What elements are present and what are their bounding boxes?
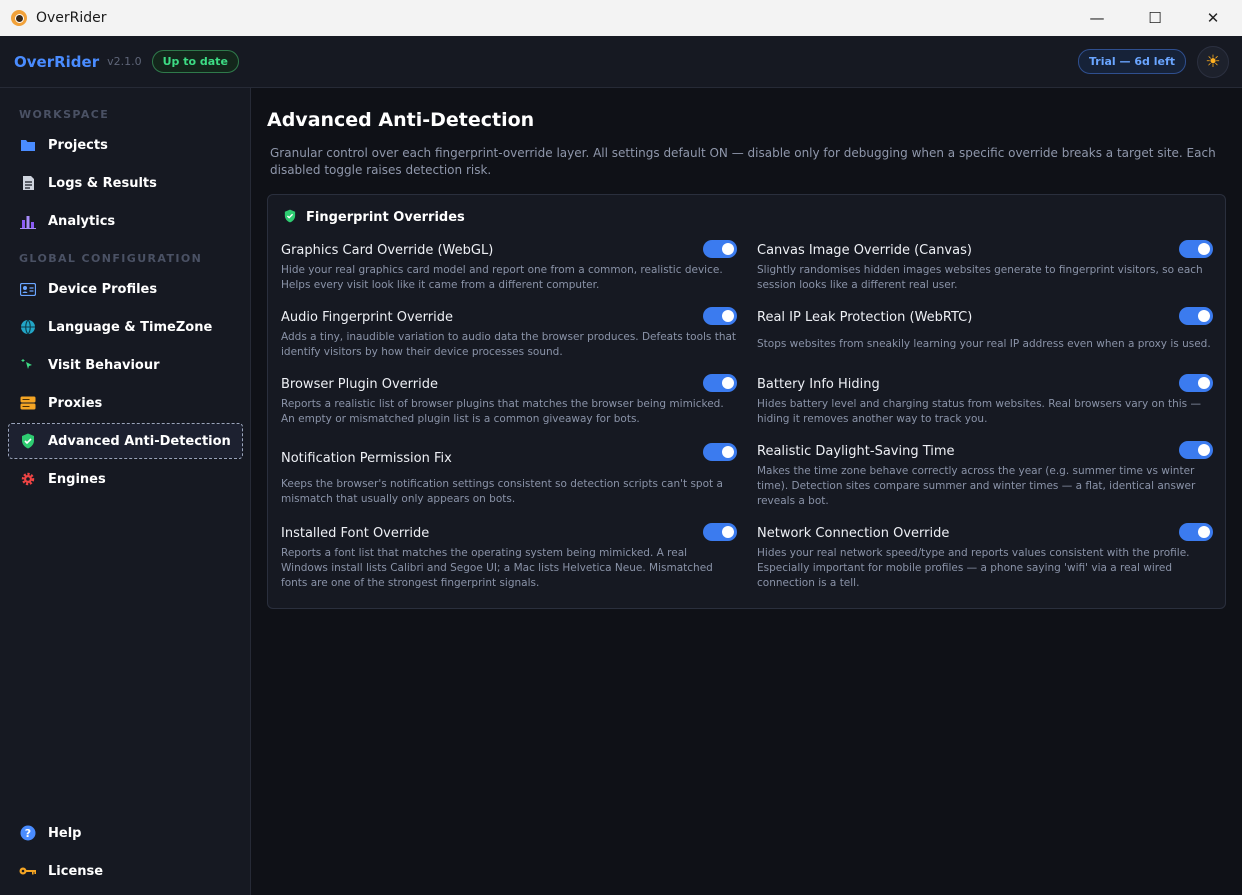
- battery-hiding-toggle[interactable]: [1179, 374, 1213, 392]
- webgl-override-toggle[interactable]: [703, 240, 737, 258]
- option-title: Network Connection Override: [757, 526, 950, 541]
- option-daylight-saving: Realistic Daylight-Saving Time Makes the…: [757, 441, 1213, 509]
- sidebar-item-label: Device Profiles: [48, 281, 158, 297]
- theme-toggle-button[interactable]: ☀: [1197, 46, 1229, 78]
- option-description: Slightly randomises hidden images websit…: [757, 264, 1203, 291]
- option-description: Makes the time zone behave correctly acr…: [757, 465, 1196, 507]
- option-webrtc-protection: Real IP Leak Protection (WebRTC) Stops w…: [757, 307, 1213, 352]
- option-title: Battery Info Hiding: [757, 377, 880, 392]
- sun-icon: ☀: [1205, 52, 1221, 72]
- option-description: Keeps the browser's notification setting…: [281, 478, 723, 505]
- option-title: Graphics Card Override (WebGL): [281, 243, 494, 258]
- option-webgl-override: Graphics Card Override (WebGL) Hide your…: [281, 240, 737, 293]
- maximize-button[interactable]: ☐: [1126, 0, 1184, 36]
- page-description: Granular control over each fingerprint-o…: [270, 146, 1216, 177]
- brand-name: OverRider: [14, 52, 100, 71]
- notification-fix-toggle[interactable]: [703, 443, 737, 461]
- option-description: Hides battery level and charging status …: [757, 398, 1201, 425]
- sidebar-item-device-profiles[interactable]: Device Profiles: [9, 272, 242, 306]
- sidebar-item-proxies[interactable]: Proxies: [9, 386, 242, 420]
- folder-icon: [19, 136, 37, 154]
- canvas-override-toggle[interactable]: [1179, 240, 1213, 258]
- window-title: OverRider: [36, 10, 107, 26]
- font-override-toggle[interactable]: [703, 523, 737, 541]
- sidebar-item-advanced-anti-detection[interactable]: Advanced Anti-Detection: [8, 423, 243, 459]
- option-title: Notification Permission Fix: [281, 451, 452, 466]
- app-logo-icon: [11, 10, 27, 26]
- option-description: Hide your real graphics card model and r…: [281, 264, 723, 291]
- sidebar-item-language-timezone[interactable]: Language & TimeZone: [9, 310, 242, 344]
- sparkle-cursor-icon: [19, 356, 37, 374]
- id-card-icon: [19, 280, 37, 298]
- option-title: Installed Font Override: [281, 526, 430, 541]
- sidebar-item-label: Advanced Anti-Detection: [48, 433, 231, 449]
- app-header: OverRider v2.1.0 Up to date Trial — 6d l…: [0, 36, 1242, 88]
- help-icon: ?: [19, 824, 37, 842]
- option-network-override: Network Connection Override Hides your r…: [757, 523, 1213, 591]
- close-button[interactable]: ✕: [1184, 0, 1242, 36]
- sidebar-item-license[interactable]: License: [9, 854, 242, 888]
- fingerprint-overrides-card: Fingerprint Overrides Graphics Card Over…: [267, 194, 1226, 609]
- section-label-workspace: WORKSPACE: [19, 108, 110, 121]
- sidebar-item-label: Proxies: [48, 395, 103, 411]
- sidebar-item-engines[interactable]: Engines: [9, 462, 242, 496]
- section-label-global-configuration: GLOBAL CONFIGURATION: [19, 252, 203, 265]
- bar-chart-icon: [19, 212, 37, 230]
- sidebar-item-label: Engines: [48, 471, 106, 487]
- page-title: Advanced Anti-Detection: [267, 109, 535, 131]
- version-label: v2.1.0: [107, 55, 142, 68]
- server-icon: [19, 394, 37, 412]
- document-icon: [19, 174, 37, 192]
- audio-override-toggle[interactable]: [703, 307, 737, 325]
- card-header: Fingerprint Overrides: [284, 208, 465, 227]
- minimize-button[interactable]: —: [1068, 0, 1126, 36]
- option-title: Canvas Image Override (Canvas): [757, 243, 972, 258]
- trial-badge[interactable]: Trial — 6d left: [1078, 49, 1186, 74]
- sidebar-item-projects[interactable]: Projects: [9, 128, 242, 162]
- sidebar-item-analytics[interactable]: Analytics: [9, 204, 242, 238]
- sidebar-item-label: Projects: [48, 137, 108, 153]
- option-description: Reports a realistic list of browser plug…: [281, 398, 724, 425]
- sidebar-item-help[interactable]: ? Help: [9, 816, 242, 850]
- option-description: Reports a font list that matches the ope…: [281, 547, 713, 589]
- svg-text:?: ?: [25, 827, 31, 840]
- daylight-saving-toggle[interactable]: [1179, 441, 1213, 459]
- option-description: Stops websites from sneakily learning yo…: [757, 338, 1211, 350]
- key-icon: [19, 862, 37, 880]
- option-battery-hiding: Battery Info Hiding Hides battery level …: [757, 374, 1213, 427]
- option-title: Audio Fingerprint Override: [281, 310, 453, 325]
- network-override-toggle[interactable]: [1179, 523, 1213, 541]
- option-canvas-override: Canvas Image Override (Canvas) Slightly …: [757, 240, 1213, 293]
- sidebar-item-label: Visit Behaviour: [48, 357, 160, 373]
- plugin-override-toggle[interactable]: [703, 374, 737, 392]
- main-content: Advanced Anti-Detection Granular control…: [252, 88, 1242, 895]
- option-title: Browser Plugin Override: [281, 377, 438, 392]
- sidebar-item-label: License: [48, 863, 104, 879]
- option-title: Realistic Daylight-Saving Time: [757, 444, 955, 459]
- sidebar-item-label: Language & TimeZone: [48, 319, 213, 335]
- globe-icon: [19, 318, 37, 336]
- shield-icon: [284, 208, 296, 227]
- sidebar-item-label: Logs & Results: [48, 175, 157, 191]
- option-description: Hides your real network speed/type and r…: [757, 547, 1190, 589]
- option-notification-fix: Notification Permission Fix Keeps the br…: [281, 443, 737, 507]
- card-title: Fingerprint Overrides: [306, 210, 465, 225]
- sidebar: WORKSPACE Projects Logs & Results Analyt…: [0, 88, 251, 895]
- sidebar-item-label: Analytics: [48, 213, 116, 229]
- shield-icon: [19, 432, 37, 450]
- sidebar-item-logs[interactable]: Logs & Results: [9, 166, 242, 200]
- window-titlebar: OverRider — ☐ ✕: [0, 0, 1242, 36]
- sidebar-item-label: Help: [48, 825, 82, 841]
- option-plugin-override: Browser Plugin Override Reports a realis…: [281, 374, 737, 427]
- option-audio-override: Audio Fingerprint Override Adds a tiny, …: [281, 307, 737, 360]
- option-description: Adds a tiny, inaudible variation to audi…: [281, 331, 737, 358]
- webrtc-protection-toggle[interactable]: [1179, 307, 1213, 325]
- option-title: Real IP Leak Protection (WebRTC): [757, 310, 973, 325]
- update-status-badge: Up to date: [151, 50, 239, 73]
- option-font-override: Installed Font Override Reports a font l…: [281, 523, 737, 591]
- sidebar-item-visit-behaviour[interactable]: Visit Behaviour: [9, 348, 242, 382]
- gear-icon: [19, 470, 37, 488]
